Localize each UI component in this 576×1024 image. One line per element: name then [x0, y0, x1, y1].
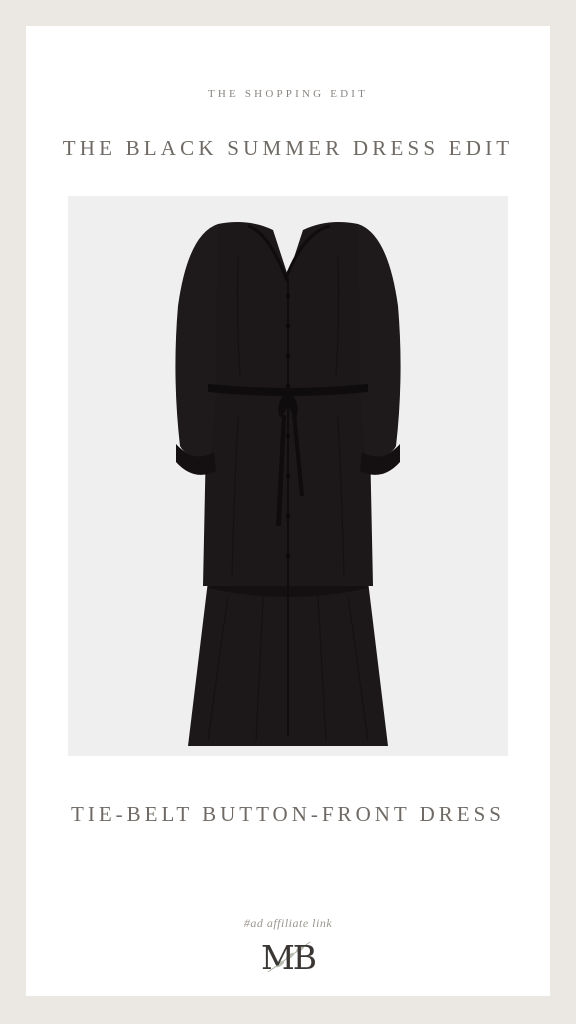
- product-image[interactable]: [68, 196, 508, 756]
- edit-card: THE SHOPPING EDIT THE BLACK SUMMER DRESS…: [26, 26, 550, 996]
- product-name[interactable]: TIE-BELT BUTTON-FRONT DRESS: [26, 802, 550, 827]
- mb-logo: MB: [258, 934, 318, 980]
- affiliate-note: #ad affiliate link: [243, 916, 333, 930]
- black-dress-image: [68, 196, 508, 756]
- logo-monogram: MB: [260, 938, 317, 977]
- page-title: THE BLACK SUMMER DRESS EDIT: [62, 136, 514, 160]
- eyebrow-label: THE SHOPPING EDIT: [207, 88, 369, 100]
